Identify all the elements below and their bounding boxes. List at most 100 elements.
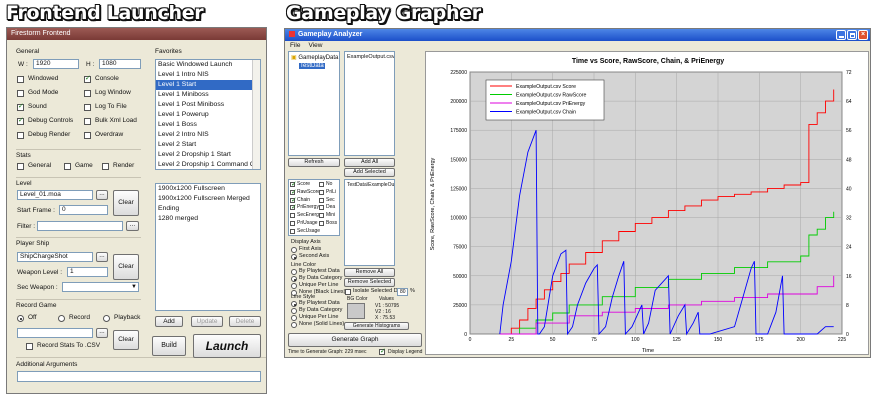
column-checkbox[interactable] [319, 213, 324, 219]
favorite-detail-item[interactable]: 1900x1200 Fullscreen [156, 184, 260, 194]
color-options-radio[interactable] [291, 276, 297, 282]
add-favorite-button[interactable]: Add [155, 316, 183, 327]
stats-general-checkbox[interactable] [17, 163, 24, 170]
stats-render-checkbox[interactable] [102, 163, 109, 170]
favorite-detail-item[interactable]: 1280 merged [156, 214, 260, 224]
color-options-radio[interactable] [291, 269, 297, 275]
favorite-item[interactable]: Level 2 Intro NIS [156, 130, 253, 140]
menu-file[interactable]: File [290, 42, 300, 49]
favorite-item[interactable]: Basic Windowed Launch [156, 60, 253, 70]
add-selected-button[interactable]: Add Selected [344, 168, 395, 177]
generate-graph-button[interactable]: Generate Graph [288, 333, 422, 347]
ship-clear-button[interactable]: Clear [113, 254, 139, 280]
update-favorite-button[interactable]: Update [191, 316, 223, 327]
column-checkbox[interactable] [290, 220, 295, 226]
column-checkbox[interactable] [290, 188, 297, 196]
record-browse-button[interactable]: ... [96, 328, 108, 338]
record-stats-checkbox[interactable] [26, 343, 33, 350]
maximize-button[interactable] [847, 30, 857, 40]
favorite-item[interactable]: Level 1 Miniboss [156, 90, 253, 100]
generate-histograms-button[interactable]: Generate Histograms [344, 322, 409, 330]
color-options-radio[interactable] [291, 283, 297, 289]
column-checkbox[interactable] [290, 180, 297, 188]
record-file-input[interactable] [17, 328, 93, 338]
column-checkbox[interactable] [319, 197, 324, 203]
start-frame-input[interactable]: 0 [59, 205, 108, 215]
favorite-item[interactable]: Level 2 Dropship 1 Command C [156, 160, 255, 169]
remove-selected-button[interactable]: Remove Selected [344, 278, 395, 287]
favorite-details-list[interactable]: 1900x1200 Fullscreen 1900x1200 Fullscreen… [155, 183, 261, 311]
column-checkbox[interactable] [290, 213, 295, 219]
selected-file-list[interactable]: TestData\ExampleOutput.csv [344, 179, 395, 266]
checkbox-bulk-xml-load[interactable] [84, 118, 91, 125]
column-checkbox[interactable] [319, 205, 324, 211]
column-checkbox[interactable] [319, 182, 324, 187]
filter-browse-button[interactable]: ... [126, 221, 139, 231]
checkbox-overdraw[interactable] [84, 132, 91, 139]
remove-all-button[interactable]: Remove All [344, 268, 395, 277]
minimize-button[interactable] [836, 30, 846, 40]
favorites-scrollbar[interactable] [252, 60, 260, 169]
stats-game-checkbox[interactable] [64, 163, 71, 170]
file-list[interactable]: ExampleOutput.csv [344, 51, 395, 156]
delete-favorite-button[interactable]: Delete [229, 316, 261, 327]
style-options-radio[interactable] [291, 315, 297, 321]
file-item[interactable]: ExampleOutput.csv [345, 52, 394, 62]
ship-browse-button[interactable]: ... [96, 252, 108, 262]
filter-input[interactable] [37, 221, 123, 231]
checkbox-console[interactable] [84, 74, 91, 83]
build-button[interactable]: Build [152, 336, 186, 356]
checkbox-windowed[interactable] [17, 76, 24, 83]
level-browse-button[interactable]: ... [96, 190, 108, 200]
tree-item-gameplaydata[interactable]: ▣ GameplayData [291, 54, 338, 61]
height-input[interactable]: 1080 [99, 59, 141, 69]
record-clear-button[interactable]: Clear [113, 330, 139, 350]
column-checkbox[interactable] [290, 196, 297, 204]
favorite-item[interactable]: Level 1 Intro NIS [156, 70, 253, 80]
first-axis-radio[interactable] [291, 247, 297, 253]
checkbox-debug-render[interactable] [17, 132, 24, 139]
style-options-radio[interactable] [291, 301, 297, 307]
sec-weapon-select[interactable]: ▼ [62, 282, 139, 292]
line-chart[interactable]: 0 25 50 75 100 125 150 175 200 225025000500007500… [426, 52, 870, 356]
isolate-input[interactable]: 80 [397, 288, 408, 296]
tree-item-testdata[interactable]: TestData [299, 63, 325, 69]
launch-button[interactable]: Launch [193, 334, 261, 358]
column-checkbox[interactable] [319, 220, 324, 226]
selected-file-item[interactable]: TestData\ExampleOutput.csv [345, 180, 394, 190]
data-tree[interactable]: ▣ GameplayData TestData [288, 51, 340, 156]
menu-view[interactable]: View [308, 42, 322, 49]
display-legend-checkbox[interactable] [379, 347, 386, 355]
weapon-level-input[interactable]: 1 [67, 267, 108, 277]
additional-args-input[interactable] [17, 371, 261, 382]
ship-input[interactable]: ShipChargeShot [17, 252, 93, 262]
column-checkbox[interactable] [319, 189, 324, 195]
favorite-item[interactable]: Level 1 Post Miniboss [156, 100, 253, 110]
record-record-radio[interactable] [58, 315, 65, 322]
style-options-radio[interactable] [291, 322, 297, 328]
checkbox-sound[interactable] [17, 102, 24, 111]
width-input[interactable]: 1920 [33, 59, 79, 69]
favorite-item[interactable]: Level 1 Boss [156, 120, 253, 130]
isolate-checkbox[interactable] [345, 289, 351, 295]
record-playback-radio[interactable] [103, 315, 110, 322]
column-list[interactable]: ScoreRawScoreChainPriEnergySecEnergyPriU… [288, 179, 340, 236]
refresh-button[interactable]: Refresh [288, 158, 340, 167]
second-axis-radio[interactable] [291, 254, 297, 260]
checkbox-god-mode[interactable] [17, 90, 24, 97]
checkbox-debug-controls[interactable] [17, 116, 24, 125]
record-off-radio[interactable] [17, 315, 24, 322]
checkbox-log-window[interactable] [84, 90, 91, 97]
favorite-item[interactable]: Level 2 Start [156, 140, 253, 150]
bg-color-swatch[interactable] [347, 303, 365, 319]
favorite-item[interactable]: Level 2 Dropship 1 Start [156, 150, 253, 160]
level-clear-button[interactable]: Clear [113, 190, 139, 216]
level-input[interactable]: Level_01.moa [17, 190, 93, 200]
favorites-list[interactable]: Basic Windowed Launch Level 1 Intro NIS Le… [155, 59, 261, 170]
column-checkbox[interactable] [290, 228, 295, 234]
favorite-item[interactable]: Level 1 Start [156, 80, 253, 90]
close-button[interactable]: × [858, 30, 868, 40]
favorite-item[interactable]: Level 1 Powerup [156, 110, 253, 120]
add-all-button[interactable]: Add All [344, 158, 395, 167]
checkbox-log-to-file[interactable] [84, 104, 91, 111]
